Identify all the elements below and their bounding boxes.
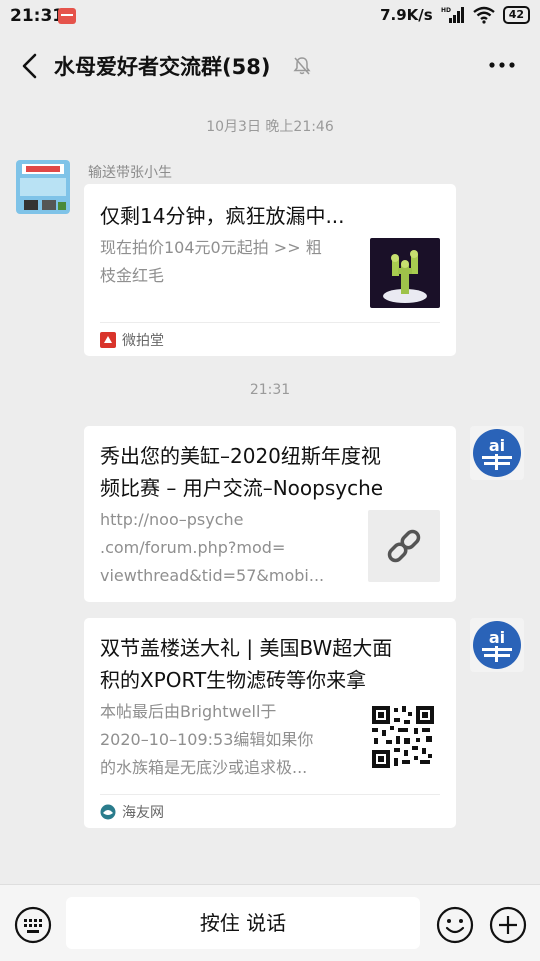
avatar[interactable]: ai (470, 426, 524, 480)
chat-title[interactable]: 水母爱好者交流群(58) (54, 51, 270, 81)
status-bar: 21:31 7.9K/s HD 42 (0, 0, 540, 34)
timestamp: 21:31 (249, 382, 291, 398)
card-title-line: 双节盖楼送大礼 | 美国BW超大面 (100, 636, 393, 660)
svg-text:ai: ai (489, 628, 505, 647)
card-description-line: http://noo–psyche (100, 510, 244, 529)
qr-code-thumbnail (370, 704, 436, 770)
link-thumbnail (368, 510, 440, 582)
card-description-line: 现在拍价104元0元起拍 >> 粗 (100, 238, 322, 257)
card-description-line: 本帖最后由Brightwell于 (100, 702, 277, 721)
link-card[interactable]: 双节盖楼送大礼 | 美国BW超大面 积的XPORT生物滤砖等你来拿 本帖最后由B… (84, 618, 456, 828)
coral-thumbnail (370, 238, 440, 308)
card-title-line: 秀出您的美缸–2020纽斯年度视 (100, 444, 381, 468)
card-title-line: 积的XPORT生物滤砖等你来拿 (100, 668, 367, 692)
mute-bell-icon (293, 57, 311, 75)
emoji-icon[interactable] (436, 906, 474, 944)
network-type: HD (441, 7, 451, 14)
qr-code-icon (370, 704, 436, 770)
card-title: 仅剩14分钟，疯狂放漏中... (100, 204, 345, 228)
back-icon[interactable] (18, 52, 42, 80)
link-card[interactable]: 秀出您的美缸–2020纽斯年度视 频比赛 – 用户交流–Noopsyche ht… (84, 426, 456, 602)
link-icon (387, 529, 421, 563)
hold-to-talk-button[interactable]: 按住 说话 (66, 897, 420, 949)
signal-icon: HD (441, 7, 464, 23)
card-description-line: 2020–10–109:53编辑如果你 (100, 730, 314, 749)
keyboard-icon[interactable] (14, 906, 52, 944)
card-description-line: 枝金红毛 (100, 266, 165, 285)
avatar[interactable]: ai (470, 618, 524, 672)
link-card[interactable]: 仅剩14分钟，疯狂放漏中... 现在拍价104元0元起拍 >> 粗 枝金红毛 微… (84, 184, 456, 356)
battery-level: 42 (502, 6, 530, 24)
card-divider (100, 322, 440, 323)
svg-text:ai: ai (489, 436, 505, 455)
card-title-line: 频比赛 – 用户交流–Noopsyche (100, 476, 384, 500)
weipaitang-logo-icon (100, 332, 116, 348)
status-time: 21:31 (10, 6, 65, 26)
more-icon[interactable] (488, 60, 516, 70)
source-name: 微拍堂 (122, 333, 164, 349)
wifi-icon (472, 6, 495, 24)
card-description-line: 的水族箱是无底沙或追求极... (100, 758, 308, 777)
avatar[interactable] (16, 160, 70, 214)
plus-icon[interactable] (489, 906, 527, 944)
notification-icon (58, 8, 76, 24)
haiyouwang-logo-icon (100, 804, 116, 820)
card-divider (100, 794, 440, 795)
sender-name: 输送带张小生 (88, 165, 172, 181)
input-bar: 按住 说话 (0, 884, 540, 961)
card-description-line: viewthread&tid=57&mobi... (100, 566, 325, 585)
network-speed: 7.9K/s (380, 6, 433, 24)
timestamp: 10月3日 晚上21:46 (206, 119, 334, 135)
status-right: 7.9K/s HD 42 (380, 6, 530, 24)
card-source: 海友网 (100, 802, 164, 822)
chat-header: 水母爱好者交流群(58) (0, 34, 540, 98)
card-source: 微拍堂 (100, 330, 164, 350)
card-description-line: .com/forum.php?mod= (100, 538, 286, 557)
source-name: 海友网 (122, 805, 164, 821)
